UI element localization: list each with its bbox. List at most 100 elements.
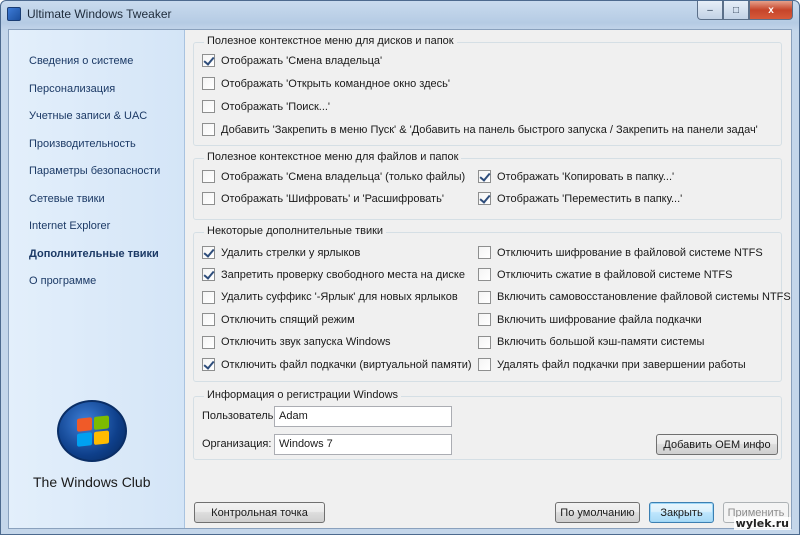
group-disks-context-menu: Полезное контекстное меню для дисков и п… bbox=[193, 35, 782, 146]
group-windows-registration: Информация о регистрации Windows Пользов… bbox=[193, 389, 782, 460]
windows-club-logo bbox=[57, 400, 129, 464]
option-label: Отображать 'Поиск...' bbox=[221, 100, 331, 113]
window-title: Ultimate Windows Tweaker bbox=[27, 7, 172, 21]
checkbox-unchecked-icon[interactable] bbox=[202, 192, 215, 205]
checkbox-unchecked-icon[interactable] bbox=[478, 290, 491, 304]
restore-point-button[interactable]: Контрольная точка bbox=[194, 502, 325, 523]
sidebar-item[interactable]: О программе bbox=[29, 274, 160, 302]
checkbox-checked-icon[interactable] bbox=[478, 192, 491, 205]
checkbox-checked-icon[interactable] bbox=[478, 170, 491, 183]
sidebar-item[interactable]: Персонализация bbox=[29, 82, 160, 110]
option-label: Удалять файл подкачки при завершении раб… bbox=[497, 358, 746, 371]
option-checkbox[interactable]: Отображать 'Открыть командное окно здесь… bbox=[202, 77, 450, 90]
option-checkbox[interactable]: Отключить звук запуска Windows bbox=[202, 335, 391, 349]
sidebar-item[interactable]: Сведения о системе bbox=[29, 54, 160, 82]
option-checkbox[interactable]: Отображать 'Поиск...' bbox=[202, 100, 330, 113]
sidebar-item[interactable]: Параметры безопасности bbox=[29, 164, 160, 192]
close-button[interactable]: Закрыть bbox=[649, 502, 714, 523]
main-panel: Полезное контекстное меню для дисков и п… bbox=[185, 30, 791, 528]
option-label: Отображать 'Смена владельца' (только фай… bbox=[221, 170, 466, 183]
option-checkbox[interactable]: Отображать 'Смена владельца' (только фай… bbox=[202, 170, 465, 183]
option-label: Отображать 'Переместить в папку...' bbox=[497, 192, 683, 205]
option-label: Отключить файл подкачки (виртуальной пам… bbox=[221, 358, 472, 371]
option-label: Отключить спящий режим bbox=[221, 313, 355, 326]
checkbox-checked-icon[interactable] bbox=[202, 246, 215, 259]
option-checkbox[interactable]: Отключить файл подкачки (виртуальной пам… bbox=[202, 358, 472, 371]
checkbox-checked-icon[interactable] bbox=[202, 268, 215, 282]
sidebar-item[interactable]: Учетные записи & UAC bbox=[29, 109, 160, 137]
add-oem-info-button[interactable]: Добавить OEM инфо bbox=[656, 434, 778, 455]
checkbox-unchecked-icon[interactable] bbox=[202, 123, 215, 136]
checkbox-unchecked-icon[interactable] bbox=[478, 358, 491, 371]
checkbox-unchecked-icon[interactable] bbox=[478, 246, 491, 259]
checkbox-unchecked-icon[interactable] bbox=[202, 100, 215, 113]
group-title: Полезное контекстное меню для дисков и п… bbox=[204, 35, 457, 47]
windows-flag-icon bbox=[57, 400, 127, 462]
app-window: Ultimate Windows Tweaker – □ x Сведения … bbox=[0, 0, 800, 535]
organization-field[interactable]: Windows 7 bbox=[274, 434, 452, 455]
option-checkbox[interactable]: Отображать 'Копировать в папку...' bbox=[478, 170, 674, 183]
option-checkbox[interactable]: Отключить сжатие в файловой системе NTFS bbox=[478, 268, 733, 282]
checkbox-checked-icon[interactable] bbox=[202, 54, 215, 67]
option-checkbox[interactable]: Включить самовосстановление файловой сис… bbox=[478, 290, 791, 304]
sidebar-item[interactable]: Дополнительные твики bbox=[29, 247, 160, 275]
option-label: Отображать 'Смена владельца' bbox=[221, 54, 383, 67]
caption-buttons: – □ x bbox=[697, 1, 793, 20]
checkbox-unchecked-icon[interactable] bbox=[202, 170, 215, 183]
option-label: Добавить 'Закрепить в меню Пуск' & 'Доба… bbox=[221, 123, 758, 136]
option-label: Отключить звук запуска Windows bbox=[221, 336, 391, 349]
client-area: Сведения о системе Персонализация Учетные … bbox=[8, 29, 792, 529]
checkbox-unchecked-icon[interactable] bbox=[202, 77, 215, 90]
checkbox-unchecked-icon[interactable] bbox=[202, 335, 215, 349]
option-checkbox[interactable]: Включить шифрование файла подкачки bbox=[478, 313, 702, 327]
option-checkbox[interactable]: Добавить 'Закрепить в меню Пуск' & 'Доба… bbox=[202, 123, 758, 136]
option-checkbox[interactable]: Запретить проверку свободного места на д… bbox=[202, 268, 465, 282]
option-label: Включить большой кэш-памяти системы bbox=[497, 336, 705, 349]
sidebar: Сведения о системе Персонализация Учетные … bbox=[9, 30, 185, 528]
group-additional-tweaks: Некоторые дополнительные твики Удалить с… bbox=[193, 225, 791, 382]
option-checkbox[interactable]: Включить большой кэш-памяти системы bbox=[478, 335, 705, 349]
option-label: Отображать 'Копировать в папку...' bbox=[497, 170, 675, 183]
option-checkbox[interactable]: Удалять файл подкачки при завершении раб… bbox=[478, 358, 746, 371]
maximize-button[interactable]: □ bbox=[723, 1, 749, 20]
checkbox-unchecked-icon[interactable] bbox=[478, 313, 491, 327]
option-checkbox[interactable]: Отображать 'Переместить в папку...' bbox=[478, 192, 682, 205]
checkbox-unchecked-icon[interactable] bbox=[478, 268, 491, 282]
option-checkbox[interactable]: Отключить спящий режим bbox=[202, 313, 355, 327]
user-field[interactable]: Adam bbox=[274, 406, 452, 427]
sidebar-nav: Сведения о системе Персонализация Учетные … bbox=[29, 54, 160, 302]
title-bar[interactable]: Ultimate Windows Tweaker – □ x bbox=[1, 1, 799, 29]
sidebar-item[interactable]: Производительность bbox=[29, 137, 160, 165]
option-label: Отключить шифрование в файловой системе … bbox=[497, 246, 763, 259]
group-title: Полезное контекстное меню для файлов и п… bbox=[204, 151, 462, 163]
group-files-context-menu: Полезное контекстное меню для файлов и п… bbox=[193, 151, 782, 220]
option-label: Удалить стрелки у ярлыков bbox=[221, 246, 361, 259]
option-checkbox[interactable]: Отображать 'Смена владельца' bbox=[202, 54, 382, 67]
option-checkbox[interactable]: Отображать 'Шифровать' и 'Расшифровать' bbox=[202, 192, 444, 205]
option-label: Включить шифрование файла подкачки bbox=[497, 313, 702, 326]
option-label: Удалить суффикс '-Ярлык' для новых ярлык… bbox=[221, 291, 458, 304]
option-checkbox[interactable]: Отключить шифрование в файловой системе … bbox=[478, 246, 763, 259]
option-checkbox[interactable]: Удалить стрелки у ярлыков bbox=[202, 246, 360, 259]
option-label: Отключить сжатие в файловой системе NTFS bbox=[497, 268, 733, 281]
sidebar-item[interactable]: Internet Explorer bbox=[29, 219, 160, 247]
checkbox-unchecked-icon[interactable] bbox=[202, 313, 215, 327]
option-checkbox[interactable]: Удалить суффикс '-Ярлык' для новых ярлык… bbox=[202, 290, 458, 304]
app-icon bbox=[7, 7, 21, 21]
close-window-button[interactable]: x bbox=[749, 1, 793, 20]
checkbox-unchecked-icon[interactable] bbox=[478, 335, 491, 349]
group-title: Информация о регистрации Windows bbox=[204, 389, 402, 401]
org-label: Организация: bbox=[202, 438, 272, 450]
checkbox-checked-icon[interactable] bbox=[202, 358, 215, 371]
sidebar-item[interactable]: Сетевые твики bbox=[29, 192, 160, 220]
brand-name: The Windows Club bbox=[33, 474, 151, 490]
defaults-button[interactable]: По умолчанию bbox=[555, 502, 640, 523]
group-title: Некоторые дополнительные твики bbox=[204, 225, 387, 237]
option-label: Отображать 'Открыть командное окно здесь… bbox=[221, 77, 450, 90]
checkbox-unchecked-icon[interactable] bbox=[202, 290, 215, 304]
option-label: Отображать 'Шифровать' и 'Расшифровать' bbox=[221, 192, 444, 205]
minimize-button[interactable]: – bbox=[697, 1, 723, 20]
option-label: Включить самовосстановление файловой сис… bbox=[497, 291, 791, 304]
user-label: Пользователь: bbox=[202, 410, 277, 422]
watermark: wylek.ru bbox=[733, 517, 791, 530]
